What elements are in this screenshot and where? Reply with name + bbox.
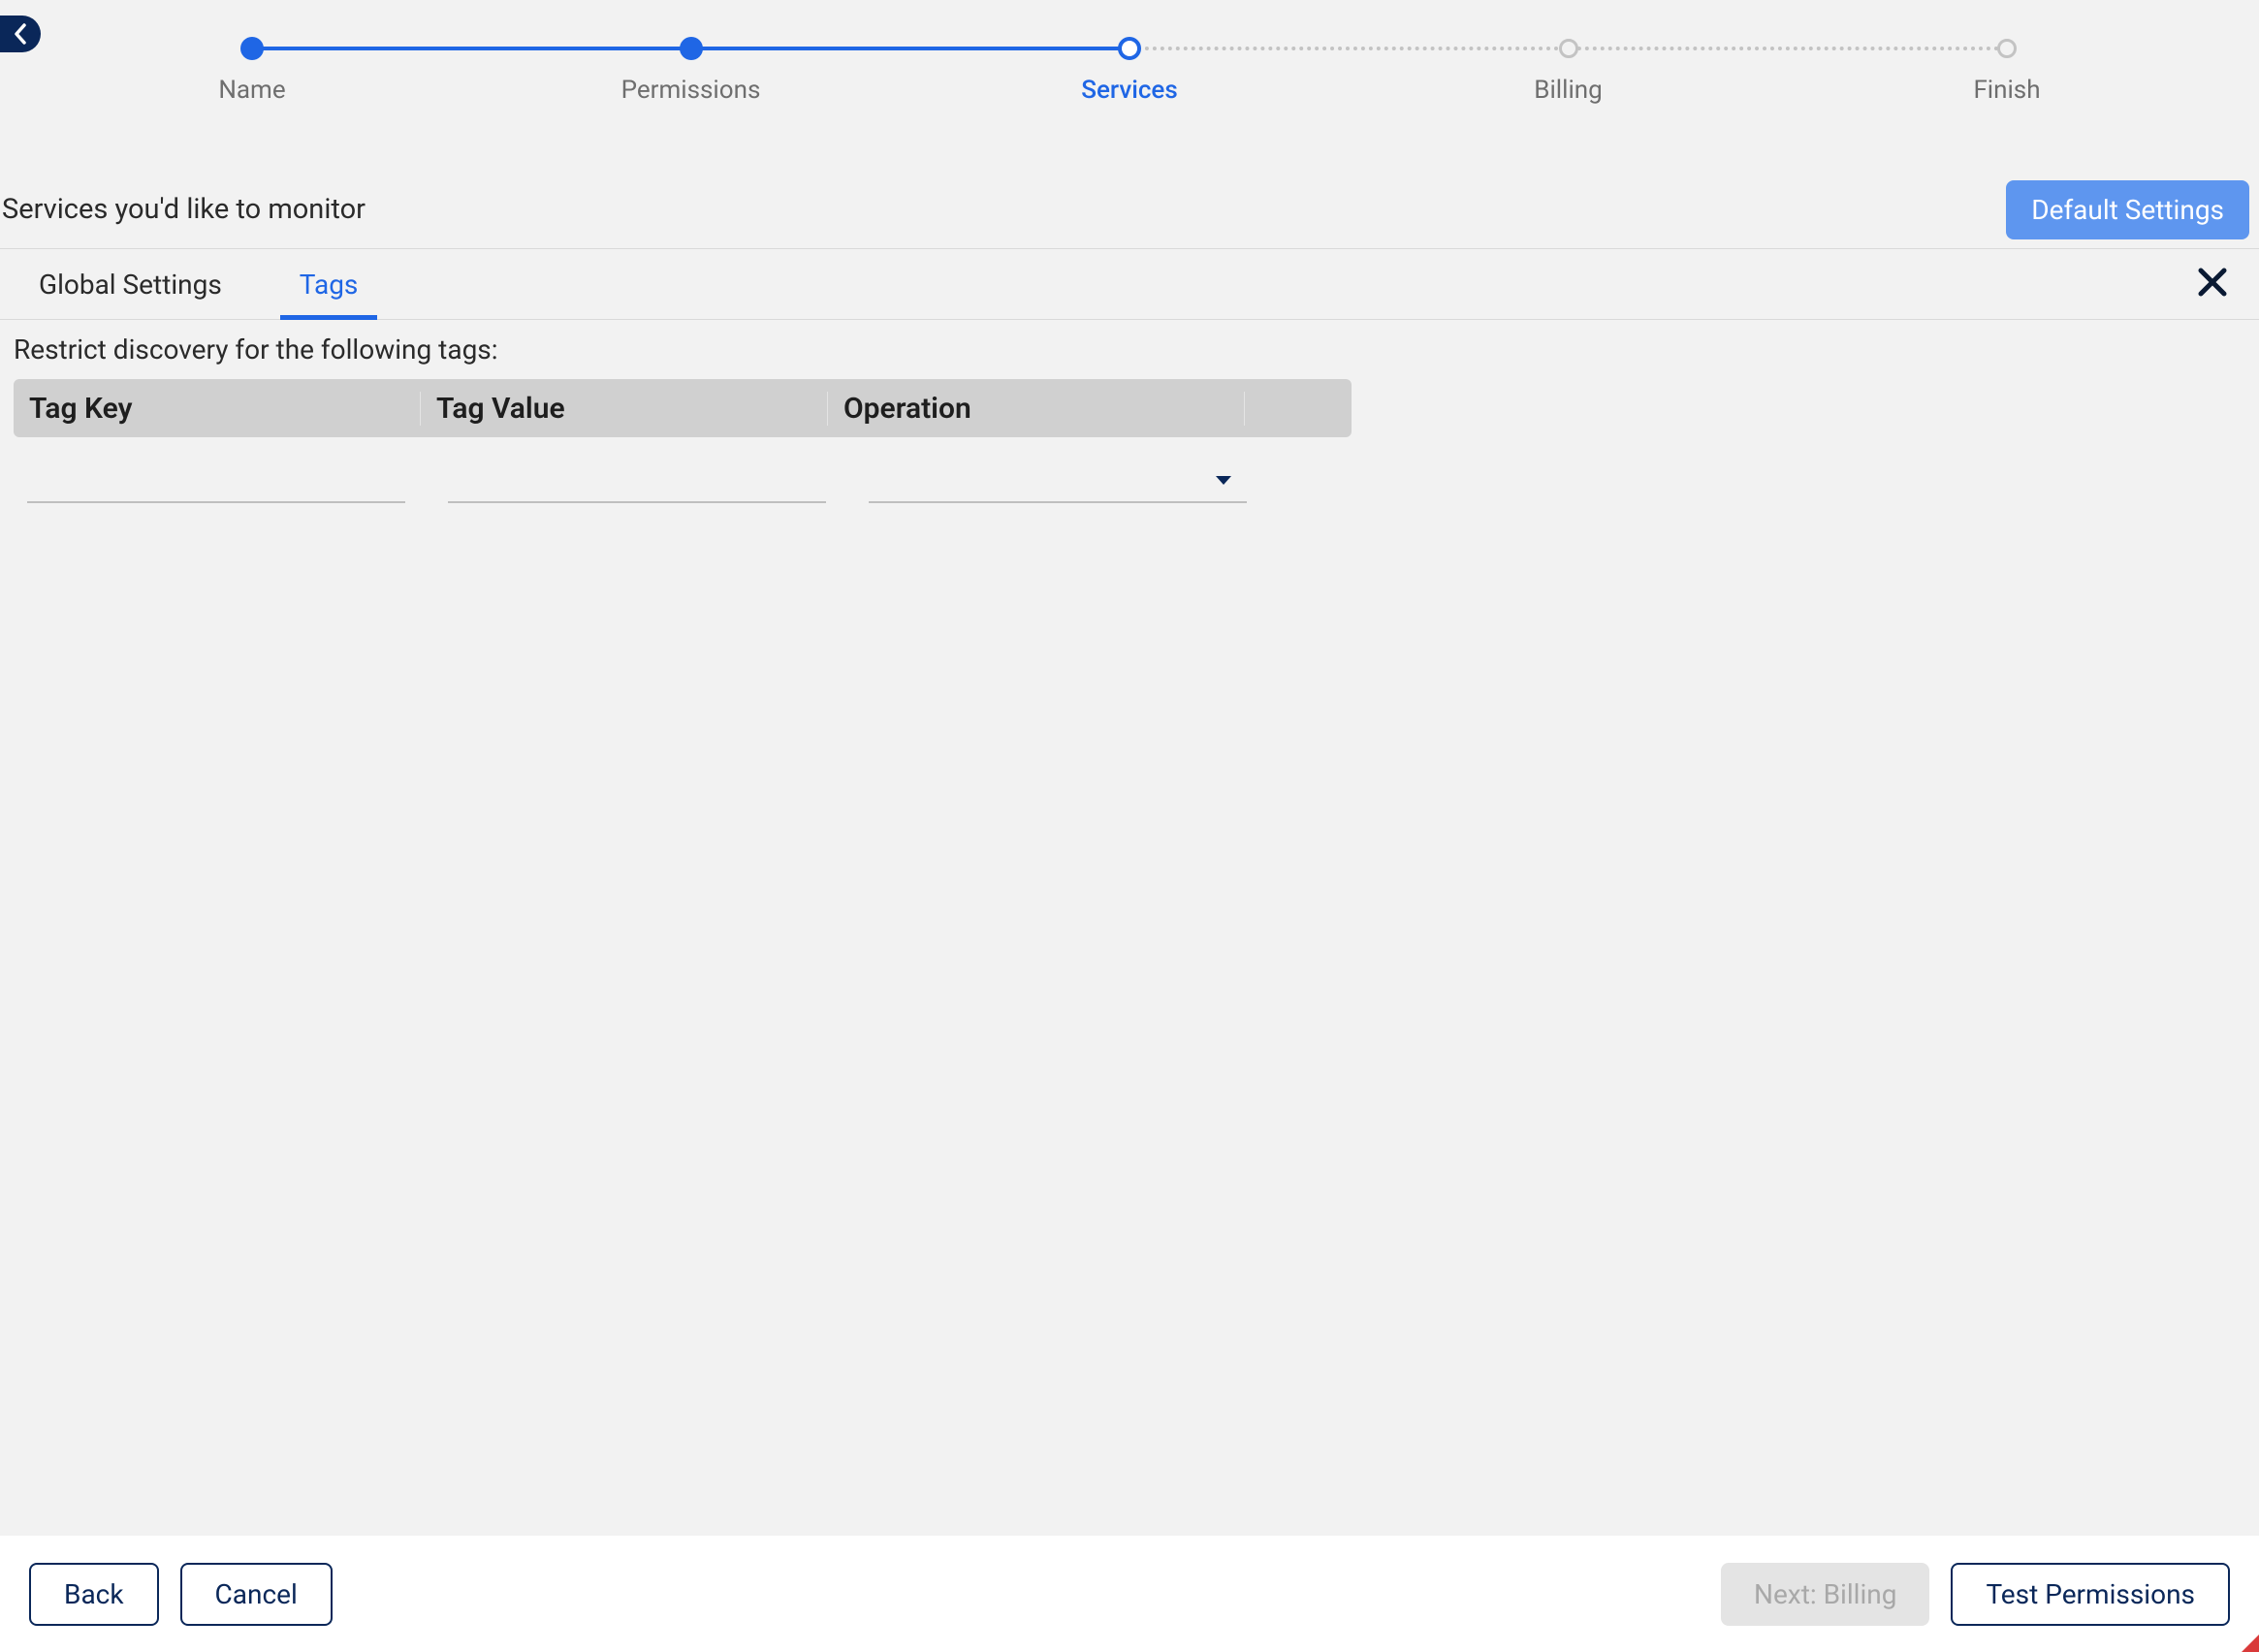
tags-description: Restrict discovery for the following tag…	[14, 334, 2245, 365]
chevron-left-icon	[11, 22, 30, 46]
stepper-label-permissions: Permissions	[621, 76, 761, 105]
tags-table-row	[14, 437, 1352, 507]
stepper-node-name[interactable]	[240, 37, 264, 60]
stepper-node-permissions[interactable]	[680, 37, 703, 60]
stepper-label-services: Services	[1081, 76, 1178, 105]
column-header-operation: Operation	[828, 392, 1245, 426]
stepper-label-name: Name	[218, 76, 285, 105]
back-button[interactable]: Back	[29, 1563, 159, 1626]
default-settings-button[interactable]: Default Settings	[2006, 180, 2249, 239]
stepper-node-billing	[1559, 39, 1578, 58]
cancel-button[interactable]: Cancel	[180, 1563, 333, 1626]
tab-tags-label: Tags	[300, 269, 359, 301]
test-permissions-button[interactable]: Test Permissions	[1951, 1563, 2230, 1626]
tags-table: Tag Key Tag Value Operation	[14, 379, 1352, 507]
stepper-label-finish: Finish	[1973, 76, 2040, 105]
tag-key-input[interactable]	[27, 461, 405, 503]
stepper-label-billing: Billing	[1534, 76, 1602, 105]
column-header-tag-key: Tag Key	[14, 392, 421, 426]
stepper-node-finish	[1997, 39, 2017, 58]
page-subtitle: Services you'd like to monitor	[2, 193, 366, 226]
column-header-tag-value: Tag Value	[421, 392, 828, 426]
tag-value-input[interactable]	[448, 461, 826, 503]
tags-table-header: Tag Key Tag Value Operation	[14, 379, 1352, 437]
next-button: Next: Billing	[1721, 1563, 1929, 1626]
tab-bar: Global Settings Tags	[0, 248, 2259, 320]
wizard-stepper: Name Permissions Services Billing Finish	[194, 17, 2065, 143]
wizard-footer: Back Cancel Next: Billing Test Permissio…	[0, 1536, 2259, 1652]
close-icon	[2197, 267, 2228, 298]
back-pill-button[interactable]	[0, 16, 41, 52]
operation-select[interactable]	[869, 461, 1247, 503]
close-panel-button[interactable]	[2189, 259, 2236, 309]
tab-global-settings[interactable]: Global Settings	[0, 249, 261, 319]
resize-handle-icon	[2242, 1635, 2259, 1652]
caret-down-icon	[1214, 474, 1233, 488]
tab-tags[interactable]: Tags	[261, 249, 398, 319]
stepper-node-services[interactable]	[1118, 37, 1141, 60]
tab-global-settings-label: Global Settings	[39, 269, 222, 301]
